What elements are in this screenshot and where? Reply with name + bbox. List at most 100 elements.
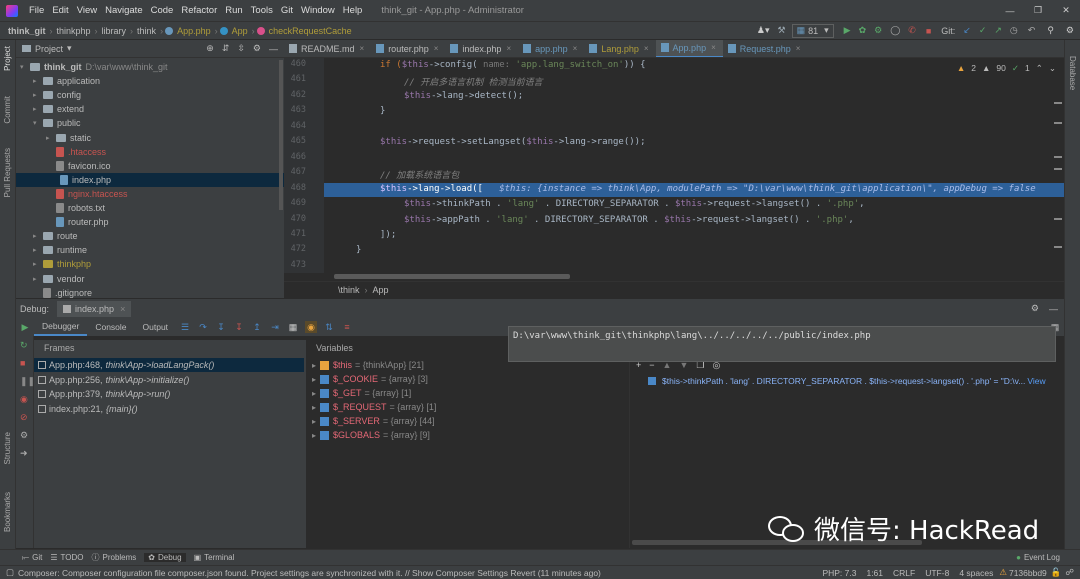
status-line-separator[interactable]: CRLF (893, 568, 915, 578)
run-to-cursor-icon[interactable]: ⇥ (269, 321, 281, 333)
chevron-right-icon[interactable]: ▸ (312, 431, 316, 440)
status-position[interactable]: 1:61 (866, 568, 883, 578)
menu-tools[interactable]: Tools (248, 5, 276, 16)
rollback-icon[interactable]: ↶ (1028, 25, 1036, 36)
chevron-right-icon[interactable]: ▸ (33, 232, 41, 240)
tree-item-favicon-ico[interactable]: favicon.ico (46, 159, 111, 173)
pause-icon[interactable]: ❚❚ (20, 376, 35, 387)
locate-icon[interactable]: ⊕ (206, 43, 214, 54)
status-encoding[interactable]: UTF-8 (925, 568, 949, 578)
tool-problems[interactable]: ⓘ Problems (92, 552, 137, 563)
chevron-right-icon[interactable]: ▸ (312, 361, 316, 370)
force-step-into-icon[interactable]: ↧ (233, 321, 245, 333)
debug-bug-icon[interactable]: ✿ (859, 25, 867, 36)
code-editor[interactable]: 460 461 462 463 464 465 466 467 468 469 470 471 472 4… (284, 58, 1064, 273)
chevron-right-icon[interactable]: ▸ (33, 77, 41, 85)
menu-run[interactable]: Run (222, 5, 245, 16)
collapse-all-icon[interactable]: ⇳ (237, 43, 245, 54)
project-view-select[interactable]: Project (35, 44, 63, 54)
breadcrumb-method[interactable]: checkRequestCache (267, 26, 354, 36)
menu-window[interactable]: Window (298, 5, 338, 16)
hide-icon[interactable]: — (1049, 304, 1058, 314)
stop-icon[interactable]: ■ (926, 26, 931, 36)
settings-icon[interactable]: ⚙ (20, 430, 28, 441)
stop-icon[interactable]: ■ (20, 358, 25, 368)
status-indent[interactable]: 4 spaces (959, 568, 993, 578)
variable-row[interactable]: ▸ $_SERVER = {array} [44] (312, 414, 435, 428)
variable-row[interactable]: ▸ $GLOBALS = {array} [9] (312, 428, 430, 442)
tree-item-public[interactable]: ▾ public (33, 116, 81, 130)
tree-item-htaccess[interactable]: .htaccess (46, 145, 106, 159)
chevron-down-icon[interactable]: ⌄ (1049, 63, 1056, 74)
profile-icon[interactable]: ◯ (890, 25, 900, 36)
tree-item-gitignore[interactable]: .gitignore (33, 286, 92, 298)
menu-help[interactable]: Help (340, 5, 366, 16)
gear-icon[interactable]: ⚙ (1031, 303, 1039, 314)
side-tab-project[interactable]: Project (3, 46, 12, 71)
tool-debug[interactable]: ✿ Debug (144, 553, 186, 562)
chevron-right-icon[interactable]: ▸ (46, 134, 54, 142)
menu-refactor[interactable]: Refactor (178, 5, 220, 16)
chevron-right-icon[interactable]: ▸ (33, 105, 41, 113)
mute-breakpoints-icon[interactable]: ⊘ (20, 412, 28, 423)
editor-crumb-namespace[interactable]: \think (338, 285, 360, 295)
settings-icon[interactable]: ⚙ (1066, 25, 1074, 36)
inspection-widget[interactable]: ▲ 2 ▲ 90 ✓ 1 ⌃ ⌄ (957, 63, 1056, 74)
close-icon[interactable]: × (506, 44, 511, 53)
variable-row[interactable]: ▸ $this = {think\App} [21] (312, 358, 424, 372)
rerun-icon[interactable]: ↻ (20, 340, 28, 351)
tree-item-index-php[interactable]: index.php (16, 172, 284, 187)
tab-debugger[interactable]: Debugger (34, 318, 88, 336)
close-icon[interactable]: × (644, 44, 649, 53)
status-message[interactable]: Composer: Composer configuration file co… (18, 568, 601, 578)
chevron-right-icon[interactable]: ▸ (312, 375, 316, 384)
tool-todo[interactable]: ☰ TODO (50, 553, 83, 562)
menu-code[interactable]: Code (148, 5, 177, 16)
filter-icon[interactable]: ≡ (341, 321, 353, 333)
pin-icon[interactable]: ➜ (20, 448, 28, 459)
breadcrumb-class[interactable]: App (230, 26, 250, 36)
stack-frame[interactable]: index.php:21, {main}() (38, 402, 138, 416)
side-tab-bookmarks[interactable]: Bookmarks (3, 492, 12, 532)
tree-item-runtime[interactable]: ▸ runtime (33, 243, 87, 257)
chevron-down-icon[interactable]: ▾ (33, 119, 41, 127)
chevron-right-icon[interactable]: ▸ (312, 389, 316, 398)
break-on-first-line-icon[interactable]: ◉ (305, 321, 318, 333)
run-config-select[interactable]: ▦ 81 ▾ (791, 23, 834, 38)
close-icon[interactable]: × (796, 44, 801, 53)
phone-listen-icon[interactable]: ✆ (908, 25, 916, 36)
event-log[interactable]: ● Event Log (1016, 553, 1060, 562)
resume-icon[interactable]: ▶ (19, 321, 31, 333)
tab-lang-php[interactable]: Lang.php × (584, 40, 655, 57)
tree-item-router-php[interactable]: router.php (46, 215, 109, 229)
hammer-icon[interactable]: ⚒ (778, 25, 786, 36)
chevron-up-icon[interactable]: ⌃ (1036, 63, 1043, 74)
tree-item-vendor[interactable]: ▸ vendor (33, 272, 85, 286)
git-commit-icon[interactable]: ✓ (979, 25, 987, 36)
watch-view-link[interactable]: View (1027, 376, 1045, 386)
chevron-right-icon[interactable]: ▸ (33, 246, 41, 254)
variable-row[interactable]: ▸ $_GET = {array} [1] (312, 386, 411, 400)
menu-edit[interactable]: Edit (49, 5, 71, 16)
tree-item-static[interactable]: ▸ static (46, 131, 91, 145)
stack-frame[interactable]: App.php:256, think\App->initialize() (38, 373, 189, 387)
search-icon[interactable]: ⚲ (1047, 25, 1054, 36)
tree-item-thinkphp[interactable]: ▸ thinkphp (33, 257, 91, 271)
breadcrumb-project[interactable]: think_git (6, 26, 48, 36)
git-update-icon[interactable]: ↙ (963, 25, 971, 36)
git-push-icon[interactable]: ↗ (994, 25, 1002, 36)
tab-app-php[interactable]: app.php × (518, 40, 584, 57)
restore-icon[interactable]: ❐ (1024, 5, 1052, 16)
lock-icon[interactable]: 🔓 (1051, 567, 1062, 578)
chevron-right-icon[interactable]: ▸ (33, 91, 41, 99)
tab-readme-md[interactable]: README.md × (284, 40, 371, 57)
tree-item-application[interactable]: ▸ application (33, 74, 100, 88)
close-icon[interactable]: × (360, 44, 365, 53)
status-php-version[interactable]: PHP: 7.3 (822, 568, 856, 578)
side-tab-pull-requests[interactable]: Pull Requests (3, 148, 12, 197)
history-icon[interactable]: ◷ (1010, 25, 1018, 36)
step-over-icon[interactable]: ↷ (197, 321, 209, 333)
project-scrollbar[interactable] (279, 60, 283, 210)
tab-router-php[interactable]: router.php × (371, 40, 445, 57)
hide-icon[interactable]: — (269, 44, 278, 54)
